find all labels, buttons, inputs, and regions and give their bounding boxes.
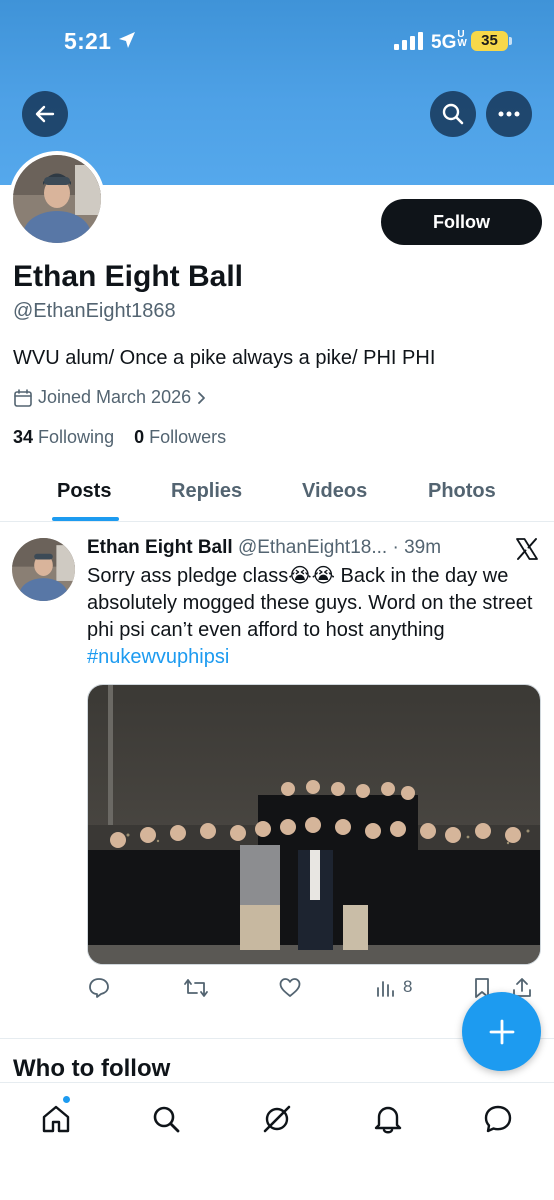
message-icon xyxy=(484,1105,512,1133)
active-tab-indicator xyxy=(52,517,119,521)
post-time: 39m xyxy=(404,537,442,558)
chevron-right-icon xyxy=(198,391,206,404)
more-horizontal-icon xyxy=(498,111,520,117)
profile-display-name: Ethan Eight Ball xyxy=(13,260,244,293)
compose-button[interactable] xyxy=(462,992,541,1071)
status-bar: 5:21 5GUW 35 xyxy=(0,0,554,80)
heart-icon xyxy=(279,978,301,997)
tab-replies[interactable]: Replies xyxy=(171,480,242,503)
reply-button[interactable] xyxy=(87,976,111,1000)
battery-indicator: 35 xyxy=(471,31,508,51)
followers-count: 0 xyxy=(134,427,145,447)
repost-icon xyxy=(184,979,208,997)
follow-counts: 34 Following 0 Followers xyxy=(13,427,226,448)
nav-messages[interactable] xyxy=(480,1101,516,1137)
repost-button[interactable] xyxy=(183,976,209,1000)
profile-handle: @EthanEight1868 xyxy=(13,300,176,322)
search-button[interactable] xyxy=(430,91,476,137)
profile-bio: WVU alum/ Once a pike always a pike/ PHI… xyxy=(13,347,436,369)
network-indicator: 5GUW xyxy=(431,30,469,54)
search-icon xyxy=(153,1106,180,1133)
nav-search[interactable] xyxy=(148,1101,184,1137)
avatar-photo xyxy=(12,538,75,601)
followers-label: Followers xyxy=(149,427,227,447)
following-count: 34 xyxy=(13,427,34,447)
location-arrow-icon xyxy=(119,32,135,48)
post-header: Ethan Eight Ball @EthanEight18... · 39m xyxy=(87,537,441,559)
arrow-left-icon xyxy=(35,105,55,123)
back-button[interactable] xyxy=(22,91,68,137)
tab-posts[interactable]: Posts xyxy=(57,480,111,503)
calendar-icon xyxy=(14,388,32,407)
tab-videos[interactable]: Videos xyxy=(302,480,367,503)
who-to-follow-heading: Who to follow xyxy=(13,1055,171,1082)
post-avatar[interactable] xyxy=(12,538,75,601)
nav-notifications[interactable] xyxy=(370,1101,406,1137)
views-button[interactable]: 8 xyxy=(375,976,412,998)
post-actions: 8 xyxy=(87,976,541,1006)
follow-button[interactable]: Follow xyxy=(381,199,542,245)
search-icon xyxy=(442,103,464,125)
following-label: Following xyxy=(38,427,115,447)
joined-date[interactable]: Joined March 2026 xyxy=(13,387,208,408)
battery-nub xyxy=(509,37,512,45)
views-chart-icon xyxy=(377,981,394,997)
followers-link[interactable]: 0 Followers xyxy=(134,427,226,447)
grok-icon xyxy=(263,1105,291,1133)
home-icon xyxy=(42,1105,70,1133)
post-body: Sorry ass pledge class😭😭 Back in the day… xyxy=(87,565,533,641)
x-logo-icon xyxy=(516,538,538,560)
nav-grok[interactable] xyxy=(259,1101,295,1137)
views-count: 8 xyxy=(403,977,413,996)
bell-icon xyxy=(374,1106,402,1134)
network-suffix: UW xyxy=(457,29,467,49)
more-button[interactable] xyxy=(486,91,532,137)
network-type: 5G xyxy=(431,32,457,53)
following-link[interactable]: 34 Following xyxy=(13,427,114,447)
signal-icon xyxy=(394,32,423,50)
like-button[interactable] xyxy=(278,976,302,1000)
plus-icon xyxy=(489,1019,514,1044)
post-separator: · xyxy=(387,537,405,558)
group-photo xyxy=(88,685,540,964)
bottom-nav xyxy=(0,1082,554,1200)
profile-tabs: Posts Replies Videos Photos xyxy=(0,465,554,522)
status-time: 5:21 xyxy=(64,28,112,54)
post-author-name[interactable]: Ethan Eight Ball xyxy=(87,537,233,558)
nav-home[interactable] xyxy=(38,1101,74,1137)
avatar-photo xyxy=(13,155,101,243)
post-text: Sorry ass pledge class😭😭 Back in the day… xyxy=(87,563,547,671)
profile-avatar[interactable] xyxy=(9,151,105,247)
reply-icon xyxy=(89,978,109,998)
home-notification-dot xyxy=(62,1095,71,1104)
post-author-handle[interactable]: @EthanEight18... xyxy=(238,537,387,558)
post-hashtag[interactable]: #nukewvuphipsi xyxy=(87,646,229,668)
tab-photos[interactable]: Photos xyxy=(428,480,496,503)
joined-label: Joined March 2026 xyxy=(38,387,192,407)
post-image[interactable] xyxy=(87,684,541,965)
